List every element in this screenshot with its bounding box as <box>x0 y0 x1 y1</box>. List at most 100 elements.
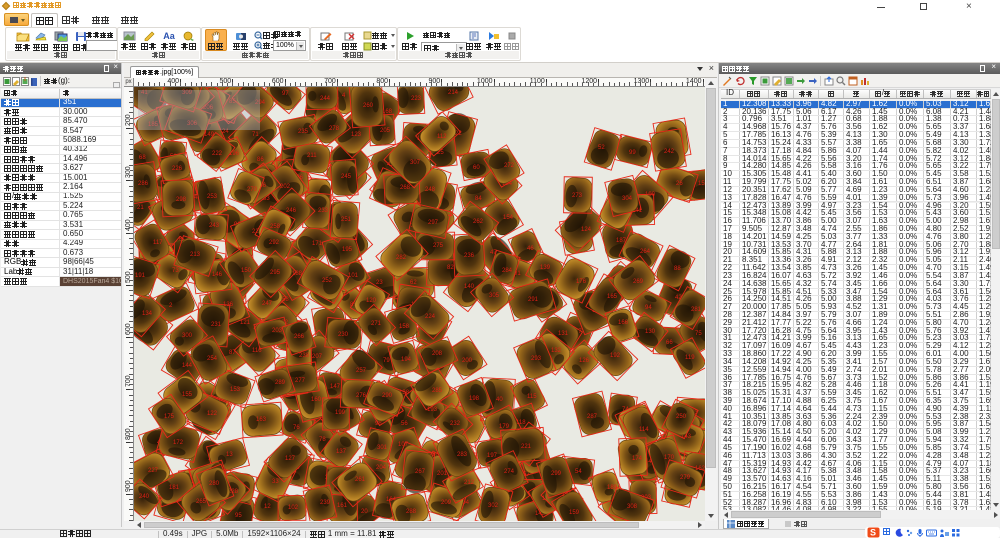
svg-text:202: 202 <box>280 184 291 190</box>
svg-text:200: 200 <box>462 358 473 364</box>
svg-text:115: 115 <box>527 394 537 400</box>
svg-text:159: 159 <box>569 510 580 516</box>
svg-text:221: 221 <box>521 444 532 450</box>
svg-text:179: 179 <box>499 424 510 430</box>
svg-text:274: 274 <box>504 469 515 475</box>
svg-text:267: 267 <box>415 469 426 475</box>
svg-text:56: 56 <box>401 421 408 427</box>
svg-text:288: 288 <box>406 509 417 515</box>
svg-text:265: 265 <box>196 499 207 505</box>
svg-text:246: 246 <box>286 208 297 214</box>
svg-text:132: 132 <box>551 348 562 354</box>
svg-text:33: 33 <box>272 479 279 485</box>
svg-text:21: 21 <box>137 205 144 211</box>
svg-text:101: 101 <box>348 273 359 279</box>
svg-text:273: 273 <box>572 193 583 199</box>
svg-text:230: 230 <box>338 332 349 338</box>
svg-text:223: 223 <box>411 96 422 102</box>
svg-text:12: 12 <box>264 504 271 510</box>
svg-text:226: 226 <box>172 166 183 172</box>
svg-text:140: 140 <box>464 284 475 290</box>
svg-text:117: 117 <box>153 240 163 246</box>
svg-text:254: 254 <box>207 356 218 362</box>
svg-text:161: 161 <box>337 503 348 509</box>
svg-text:227: 227 <box>148 468 159 474</box>
svg-text:297: 297 <box>428 220 439 226</box>
svg-text:62: 62 <box>410 280 417 286</box>
svg-text:20: 20 <box>361 509 368 515</box>
svg-text:291: 291 <box>528 297 539 303</box>
svg-text:252: 252 <box>322 278 333 284</box>
svg-text:147: 147 <box>330 384 341 390</box>
svg-text:155: 155 <box>182 392 193 398</box>
svg-text:13: 13 <box>226 452 233 458</box>
svg-text:86: 86 <box>257 157 264 163</box>
svg-text:165: 165 <box>607 294 618 300</box>
svg-text:270: 270 <box>247 187 258 193</box>
svg-text:295: 295 <box>270 270 281 276</box>
svg-text:195: 195 <box>342 247 353 253</box>
svg-text:286: 286 <box>138 181 149 187</box>
svg-text:114: 114 <box>639 427 649 433</box>
svg-text:214: 214 <box>448 90 459 96</box>
svg-text:305: 305 <box>489 293 500 299</box>
svg-text:277: 277 <box>295 378 306 384</box>
svg-text:251: 251 <box>341 217 352 223</box>
svg-text:97: 97 <box>282 91 289 97</box>
svg-text:144: 144 <box>182 363 193 369</box>
svg-text:199: 199 <box>335 410 346 416</box>
svg-text:302: 302 <box>488 503 499 509</box>
svg-text:82: 82 <box>447 265 454 271</box>
svg-text:197: 197 <box>487 453 498 459</box>
svg-text:73: 73 <box>172 268 179 274</box>
svg-text:204: 204 <box>376 465 387 471</box>
svg-text:119: 119 <box>685 355 695 361</box>
svg-text:84: 84 <box>475 196 482 202</box>
svg-text:269: 269 <box>633 279 644 285</box>
svg-text:253: 253 <box>207 194 218 200</box>
svg-text:248: 248 <box>425 187 436 193</box>
svg-text:166: 166 <box>618 320 629 326</box>
svg-text:292: 292 <box>269 240 280 246</box>
svg-text:121: 121 <box>240 320 251 326</box>
svg-text:257: 257 <box>356 368 367 374</box>
svg-text:126: 126 <box>579 358 590 364</box>
svg-text:232: 232 <box>450 421 461 427</box>
svg-text:278: 278 <box>329 126 340 132</box>
svg-text:287: 287 <box>587 414 598 420</box>
svg-text:172: 172 <box>173 440 184 446</box>
svg-text:236: 236 <box>464 253 475 259</box>
svg-text:209: 209 <box>441 500 452 506</box>
svg-text:244: 244 <box>320 96 331 102</box>
svg-text:208: 208 <box>432 351 443 357</box>
svg-text:308: 308 <box>627 504 638 510</box>
svg-text:304: 304 <box>622 196 633 202</box>
svg-text:261: 261 <box>355 477 366 483</box>
svg-text:245: 245 <box>341 174 352 180</box>
svg-text:201: 201 <box>437 471 448 477</box>
svg-text:112: 112 <box>437 134 447 140</box>
svg-text:191: 191 <box>135 273 146 279</box>
svg-text:272: 272 <box>504 163 515 169</box>
svg-text:139: 139 <box>540 265 551 271</box>
svg-text:40: 40 <box>496 397 503 403</box>
svg-text:26: 26 <box>676 181 683 187</box>
svg-text:171: 171 <box>312 241 323 247</box>
svg-text:94: 94 <box>645 305 652 311</box>
svg-text:71: 71 <box>252 132 259 138</box>
svg-text:271: 271 <box>371 321 382 327</box>
svg-text:76: 76 <box>293 425 300 431</box>
svg-text:298: 298 <box>176 197 187 203</box>
svg-text:194: 194 <box>401 357 412 363</box>
svg-text:235: 235 <box>298 129 309 135</box>
svg-text:211: 211 <box>307 153 317 159</box>
svg-text:266: 266 <box>294 334 305 340</box>
svg-text:283: 283 <box>457 452 468 458</box>
svg-text:122: 122 <box>207 411 218 417</box>
svg-text:68: 68 <box>139 155 146 161</box>
svg-text:79: 79 <box>383 358 390 364</box>
svg-text:222: 222 <box>212 151 223 157</box>
svg-text:285: 285 <box>432 388 443 394</box>
svg-text:290: 290 <box>382 393 393 399</box>
svg-text:160: 160 <box>311 397 322 403</box>
